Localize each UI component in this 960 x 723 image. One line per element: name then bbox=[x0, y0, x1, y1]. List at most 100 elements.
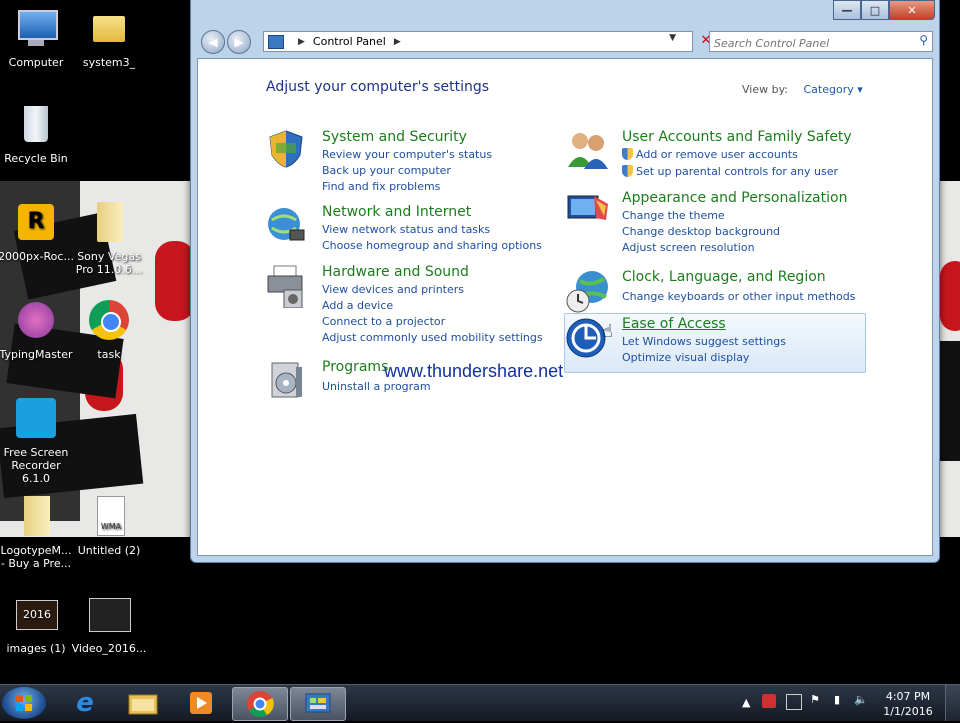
link-add-remove-users[interactable]: Add or remove user accounts bbox=[622, 148, 798, 161]
show-desktop-button[interactable] bbox=[945, 685, 960, 721]
forward-arrow-icon: ▶ bbox=[234, 35, 244, 49]
desktop-icon-video-2016[interactable]: Video_2016... bbox=[70, 594, 148, 655]
printer-icon bbox=[266, 264, 306, 309]
link-mobility[interactable]: Adjust commonly used mobility settings bbox=[322, 331, 543, 344]
battery-tray-icon[interactable]: ▮ bbox=[834, 693, 840, 706]
breadcrumb-control-panel[interactable]: Control Panel bbox=[313, 35, 386, 48]
desktop-icon-sony-vegas[interactable]: Sony Vegas Pro 11.0.6... bbox=[70, 202, 148, 276]
view-by: View by: Category ▾ bbox=[742, 83, 863, 96]
link-devices-printers[interactable]: View devices and printers bbox=[322, 283, 464, 296]
taskbar-chrome[interactable] bbox=[232, 687, 288, 721]
link-add-device[interactable]: Add a device bbox=[322, 299, 393, 312]
globe-network-icon bbox=[266, 204, 306, 244]
chrome-icon bbox=[247, 691, 274, 718]
search-input[interactable] bbox=[710, 35, 908, 52]
address-dropdown-icon[interactable]: ▼ bbox=[669, 33, 676, 43]
uac-shield-icon bbox=[622, 165, 633, 177]
windows-logo-icon bbox=[16, 695, 32, 711]
category-title[interactable]: Network and Internet bbox=[322, 204, 471, 220]
close-button[interactable]: ✕ bbox=[889, 0, 935, 20]
start-button[interactable] bbox=[2, 687, 46, 719]
breadcrumb-arrow-icon[interactable]: ▶ bbox=[394, 37, 401, 47]
image-thumbnail-icon: 2016 bbox=[14, 594, 58, 638]
view-by-label: View by: bbox=[742, 83, 788, 96]
folder-icon bbox=[128, 694, 158, 715]
desktop-icon-system3[interactable]: system3_ bbox=[70, 8, 148, 69]
uac-shield-icon bbox=[622, 148, 633, 160]
screen-recorder-icon bbox=[14, 398, 58, 442]
category-title[interactable]: Appearance and Personalization bbox=[622, 190, 847, 206]
category-title[interactable]: Clock, Language, and Region bbox=[622, 269, 826, 285]
shield-icon bbox=[266, 129, 306, 169]
watermark: www.thundershare.net bbox=[384, 361, 564, 381]
window-controls: — □ ✕ bbox=[833, 0, 935, 20]
minimize-button[interactable]: — bbox=[833, 0, 861, 20]
link-change-theme[interactable]: Change the theme bbox=[622, 209, 725, 222]
taskbar-media-player[interactable] bbox=[174, 687, 228, 719]
folder-icon bbox=[87, 8, 131, 52]
clock[interactable]: 4:07 PM 1/1/2016 bbox=[878, 689, 938, 719]
link-back-up[interactable]: Back up your computer bbox=[322, 164, 451, 177]
control-panel-window: — □ ✕ ◀ ▶ ▶ Control Panel ▶ ▼ ✕ ⚲ Adjust… bbox=[190, 0, 940, 563]
back-button[interactable]: ◀ bbox=[201, 30, 225, 54]
breadcrumb-arrow-icon[interactable]: ▶ bbox=[298, 37, 305, 47]
desktop-icon-images-1[interactable]: 2016 images (1) bbox=[0, 594, 75, 655]
volume-tray-icon[interactable]: 🔈 bbox=[854, 693, 868, 706]
rockstar-logo-icon: R bbox=[14, 202, 58, 246]
link-screen-resolution[interactable]: Adjust screen resolution bbox=[622, 241, 755, 254]
folder-icon bbox=[14, 496, 58, 540]
clock-globe-icon bbox=[566, 269, 608, 313]
desktop-icon-logotype[interactable]: LogotypeM... - Buy a Pre... bbox=[0, 496, 75, 570]
link-find-fix[interactable]: Find and fix problems bbox=[322, 180, 440, 193]
taskbar-file-explorer[interactable] bbox=[116, 687, 170, 719]
flag-tray-icon[interactable]: ⚑ bbox=[810, 693, 820, 706]
category-title[interactable]: System and Security bbox=[322, 129, 467, 145]
address-bar[interactable]: ▶ Control Panel ▶ ▼ ✕ bbox=[263, 31, 711, 52]
recorder-tray-icon[interactable] bbox=[762, 694, 776, 708]
link-projector[interactable]: Connect to a projector bbox=[322, 315, 445, 328]
forward-button[interactable]: ▶ bbox=[227, 30, 251, 54]
search-box: ⚲ bbox=[709, 31, 933, 52]
video-thumbnail-icon bbox=[87, 594, 131, 638]
typingmaster-icon bbox=[14, 300, 58, 344]
link-network-status[interactable]: View network status and tasks bbox=[322, 223, 490, 236]
ease-of-access-icon bbox=[566, 316, 606, 358]
view-by-dropdown[interactable]: Category ▾ bbox=[804, 83, 863, 96]
link-desktop-background[interactable]: Change desktop background bbox=[622, 225, 780, 238]
link-review-status[interactable]: Review your computer's status bbox=[322, 148, 492, 161]
programs-icon bbox=[266, 359, 306, 399]
link-homegroup[interactable]: Choose homegroup and sharing options bbox=[322, 239, 542, 252]
link-optimize-display[interactable]: Optimize visual display bbox=[622, 351, 749, 364]
navigation-bar: ◀ ▶ ▶ Control Panel ▶ ▼ ✕ ⚲ bbox=[197, 28, 933, 54]
desktop-icon-rockstar[interactable]: R 2000px-Roc... bbox=[0, 202, 75, 263]
display-icon bbox=[566, 190, 608, 230]
taskbar-control-panel[interactable] bbox=[290, 687, 346, 721]
media-player-icon bbox=[190, 692, 212, 714]
wma-file-icon: WMA bbox=[87, 496, 131, 540]
back-arrow-icon: ◀ bbox=[208, 35, 218, 49]
folder-icon bbox=[87, 202, 131, 246]
chrome-icon bbox=[87, 300, 131, 344]
maximize-button[interactable]: □ bbox=[861, 0, 889, 20]
desktop-icon-computer[interactable]: Computer bbox=[0, 8, 75, 69]
taskbar: e ▲ ⚑ ▮ 🔈 4:07 PM 1/1/2016 bbox=[0, 684, 960, 721]
category-title[interactable]: Hardware and Sound bbox=[322, 264, 469, 280]
network-tray-icon[interactable] bbox=[786, 694, 802, 710]
category-title[interactable]: Ease of Access bbox=[622, 316, 726, 332]
link-keyboards-input[interactable]: Change keyboards or other input methods bbox=[622, 290, 855, 303]
link-windows-suggest[interactable]: Let Windows suggest settings bbox=[622, 335, 786, 348]
computer-icon bbox=[14, 8, 58, 52]
link-parental-controls[interactable]: Set up parental controls for any user bbox=[622, 165, 838, 178]
desktop-icon-typingmaster[interactable]: TypingMaster bbox=[0, 300, 75, 361]
category-title[interactable]: Programs bbox=[322, 359, 388, 375]
desktop-icon-free-screen-recorder[interactable]: Free Screen Recorder 6.1.0 bbox=[0, 398, 75, 485]
control-panel-icon bbox=[305, 693, 331, 713]
category-title[interactable]: User Accounts and Family Safety bbox=[622, 129, 852, 145]
desktop-icon-task[interactable]: task bbox=[70, 300, 148, 361]
show-hidden-icons-icon[interactable]: ▲ bbox=[742, 696, 750, 709]
control-panel-content: Adjust your computer's settings View by:… bbox=[197, 58, 933, 556]
search-icon[interactable]: ⚲ bbox=[919, 33, 928, 47]
desktop-icon-recycle-bin[interactable]: Recycle Bin bbox=[0, 104, 75, 165]
desktop-icon-untitled-2[interactable]: WMA Untitled (2) bbox=[70, 496, 148, 557]
taskbar-internet-explorer[interactable]: e bbox=[58, 687, 112, 719]
